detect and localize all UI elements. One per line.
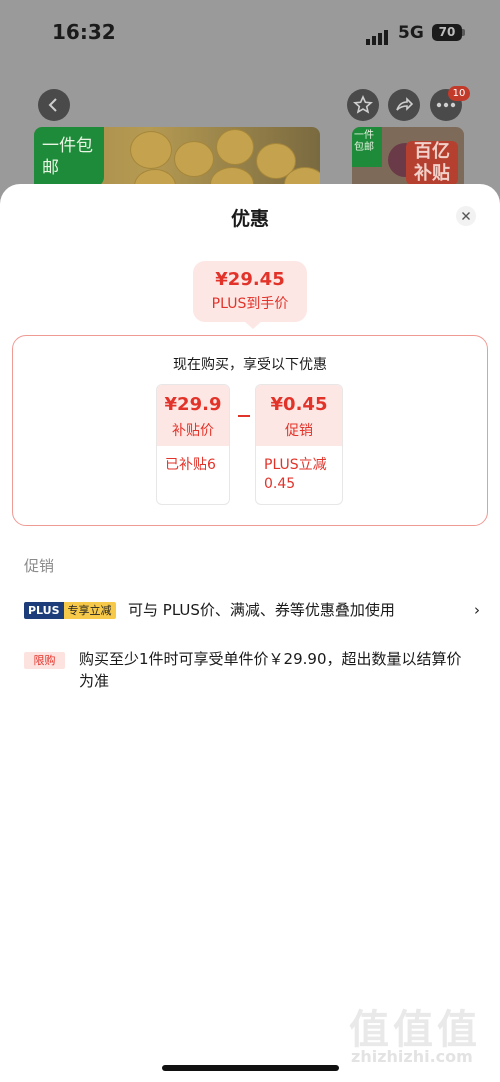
subsidy-price-label: 补贴价: [172, 423, 214, 439]
promotion-note: PLUS立减0.45: [264, 457, 327, 492]
status-bar: 16:32 5G 70: [0, 0, 500, 60]
close-button[interactable]: [456, 206, 476, 226]
promotion-amount: ¥0.45: [270, 394, 328, 415]
discount-sheet: 优惠 ¥29.45 PLUS到手价 现在购买，享受以下优惠 ¥29.9 补贴价 …: [0, 184, 500, 1082]
home-indicator[interactable]: [162, 1065, 339, 1071]
plus-badge-left: PLUS: [24, 602, 64, 619]
subsidy-price-amount: ¥29.9: [164, 394, 222, 415]
battery-icon: 70: [432, 24, 462, 41]
breakdown-heading: 现在购买，享受以下优惠: [173, 357, 327, 373]
back-button[interactable]: [38, 89, 70, 121]
sheet-title: 优惠: [230, 208, 269, 230]
free-shipping-tag-small: 一件包邮: [352, 127, 382, 167]
promotion-card: ¥0.45 促销 PLUS立减0.45: [255, 384, 343, 505]
network-type: 5G: [398, 23, 424, 43]
plus-exclusive-badge: PLUS 专享立减: [24, 602, 116, 619]
status-time: 16:32: [52, 20, 116, 44]
free-shipping-tag: 一件包邮: [34, 127, 104, 187]
more-icon: [436, 102, 456, 108]
subsidy-price-card: ¥29.9 补贴价 已补贴6: [156, 384, 230, 505]
subsidy-note: 已补贴6: [165, 457, 216, 473]
chevron-left-icon: [48, 98, 57, 112]
signal-icon: [366, 26, 390, 45]
promo-section-title: 促销: [24, 557, 55, 575]
promo-item-limit: 限购 购买至少1件时可享受单件价￥29.90，超出数量以结算价为准: [24, 648, 480, 694]
chevron-right-icon: ›: [474, 601, 480, 619]
watermark: 值值值 zhizhizhi.com: [345, 997, 495, 1077]
plus-badge-right: 专享立减: [63, 602, 116, 619]
close-icon: [462, 212, 470, 220]
subsidy-tag: 百亿补贴: [406, 141, 458, 185]
promotion-label: 促销: [285, 423, 313, 439]
plus-final-price: ¥29.45 PLUS到手价: [193, 261, 307, 322]
discount-breakdown: 现在购买，享受以下优惠 ¥29.9 补贴价 已补贴6 ¥0.45 促销 PLUS…: [12, 335, 488, 526]
watermark-text: zhizhizhi.com: [351, 1047, 473, 1066]
minus-sign: [238, 415, 250, 417]
purchase-limit-text: 购买至少1件时可享受单件价￥29.90，超出数量以结算价为准: [79, 650, 462, 690]
promo-item-plus[interactable]: PLUS 专享立减 可与 PLUS价、满减、券等优惠叠加使用 ›: [24, 600, 480, 620]
purchase-limit-badge: 限购: [24, 652, 65, 669]
plus-final-price-label: PLUS到手价: [211, 296, 289, 312]
share-button[interactable]: [388, 89, 420, 121]
share-icon: [396, 97, 414, 111]
battery-tip: [462, 29, 465, 36]
message-count-badge: 10: [448, 86, 470, 101]
price-pointer: [244, 321, 262, 329]
star-icon: [353, 95, 373, 114]
plus-promo-text: 可与 PLUS价、满减、券等优惠叠加使用: [128, 601, 395, 619]
favorite-button[interactable]: [347, 89, 379, 121]
plus-final-price-amount: ¥29.45: [215, 269, 285, 290]
